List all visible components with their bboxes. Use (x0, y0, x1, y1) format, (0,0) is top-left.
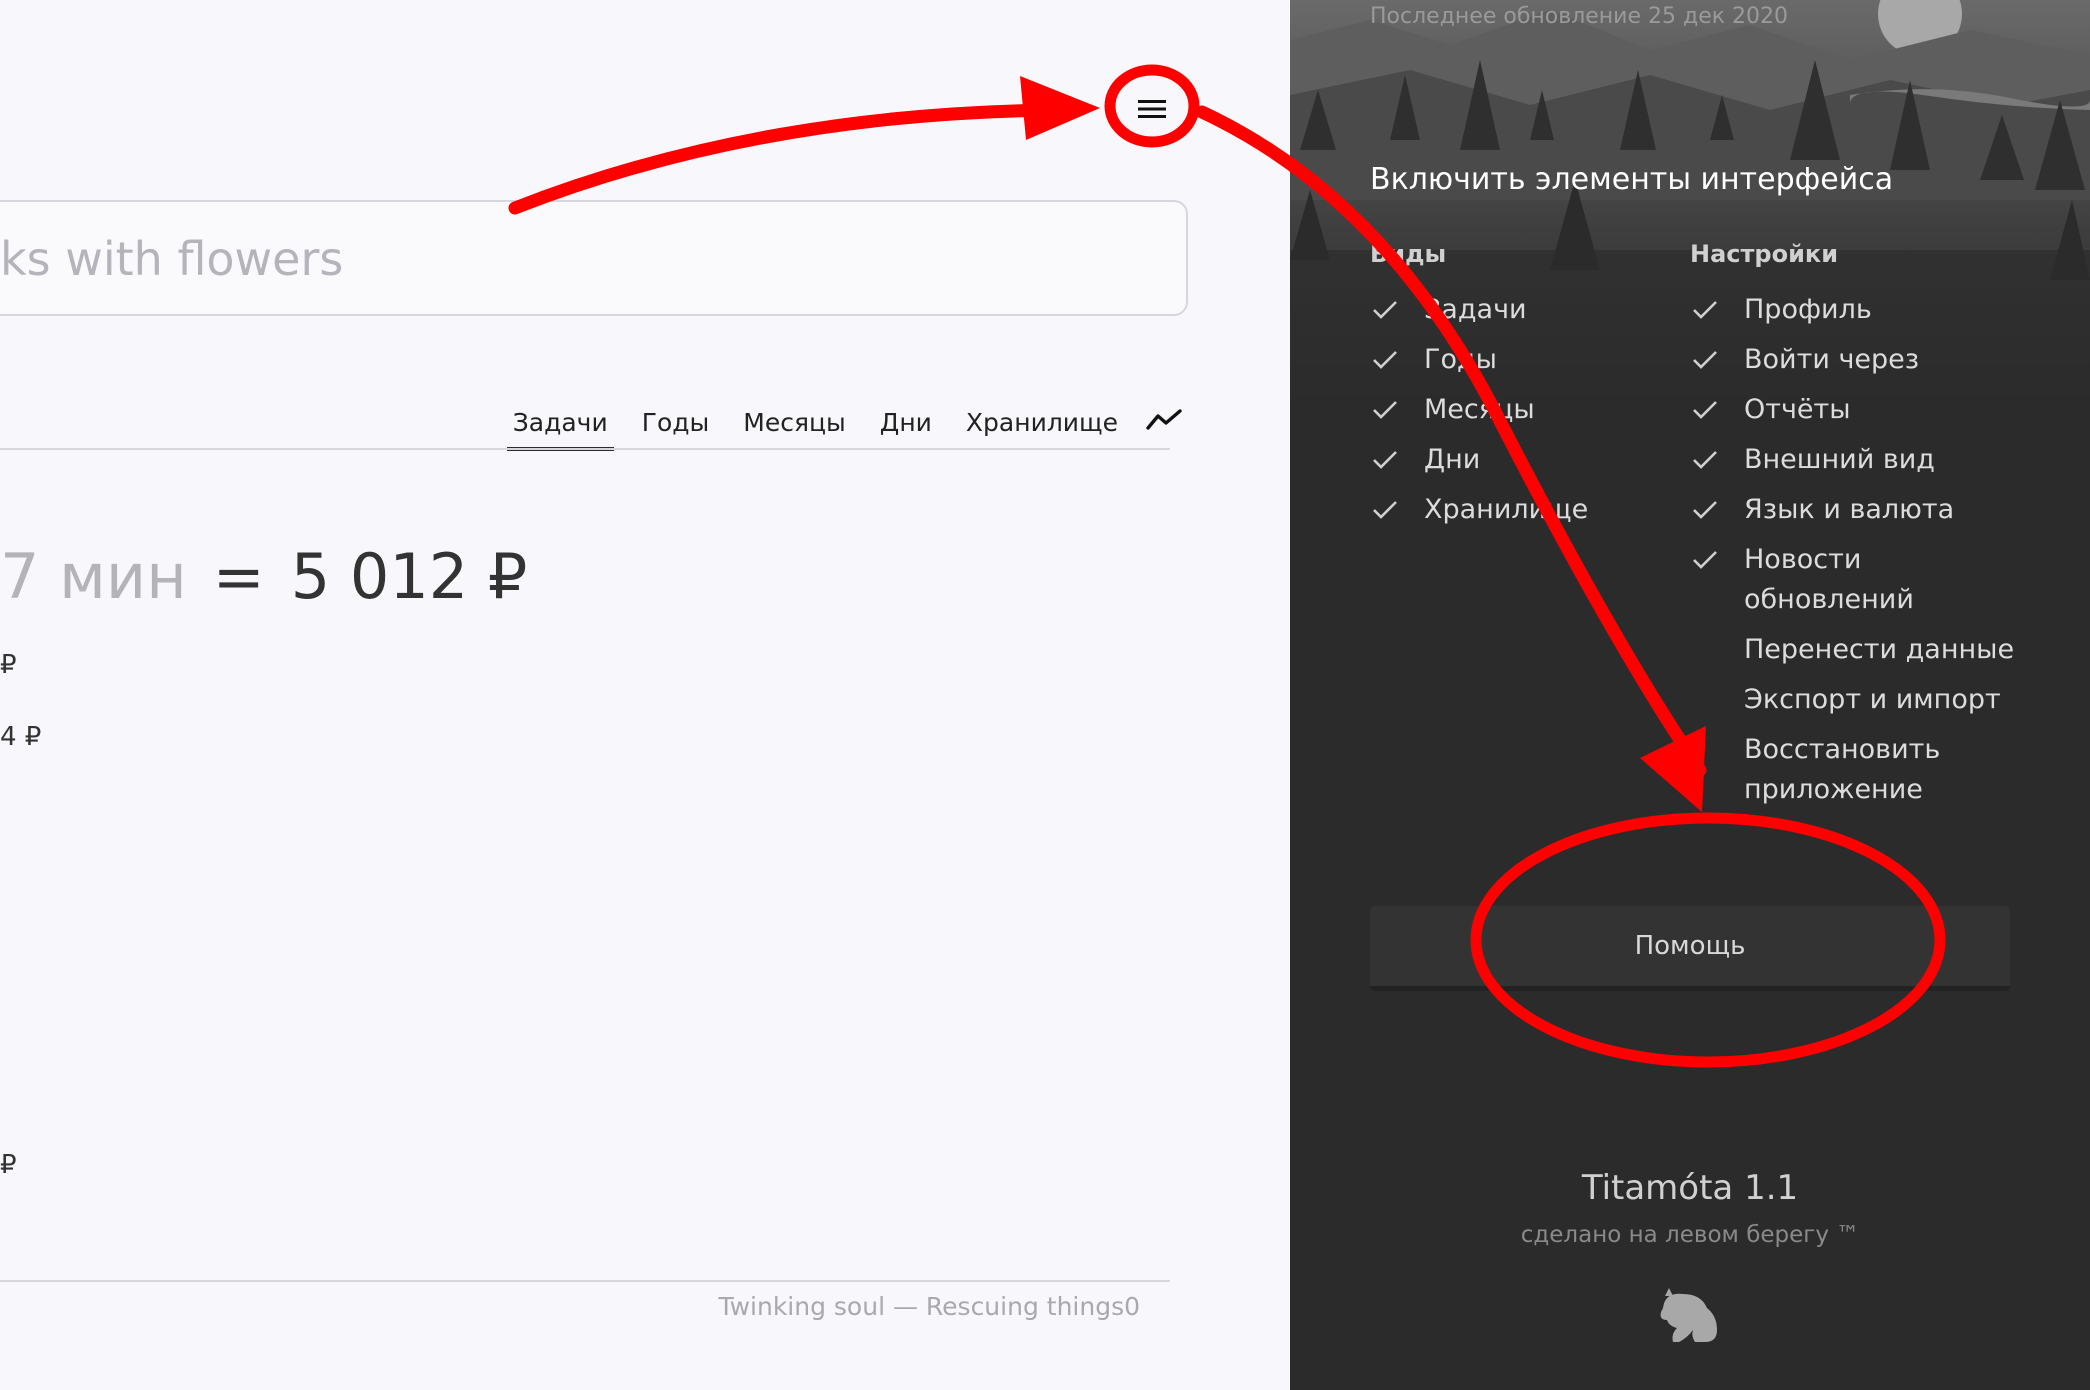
toggle-setting-profile[interactable]: Профиль (1690, 290, 2014, 330)
toggle-setting-appearance[interactable]: Внешний вид (1690, 440, 2014, 480)
help-button[interactable]: Помощь (1370, 906, 2010, 991)
action-export-import[interactable]: Экспорт и импорт (1690, 680, 2014, 720)
last-updated: Последнее обновление 25 дек 2020 (1370, 4, 1788, 29)
toggle-label: Хранилище (1424, 494, 1589, 525)
amount-fragment: ₽ (0, 1150, 17, 1180)
tab-months[interactable]: Месяцы (737, 400, 852, 447)
checkmark-icon (1373, 451, 1397, 469)
footer-credit: Twinking soul — Rescuing things0 (718, 1292, 1140, 1321)
tab-days[interactable]: Дни (874, 400, 938, 447)
summary-amount: 5 012 ₽ (290, 540, 528, 613)
toggle-view-tasks[interactable]: Задачи (1370, 290, 1588, 330)
amount-fragment: ₽ (0, 650, 17, 680)
toggle-label: Задачи (1424, 294, 1527, 325)
toggle-setting-login[interactable]: Войти через (1690, 340, 2014, 380)
toggle-setting-language-currency[interactable]: Язык и валюта (1690, 490, 2014, 530)
trend-line-icon (1146, 409, 1182, 430)
summary-equals: = (212, 540, 265, 613)
toggle-label: Месяцы (1424, 394, 1535, 425)
tab-storage[interactable]: Хранилище (960, 400, 1124, 447)
toggle-label: Отчёты (1744, 394, 1851, 425)
toggle-label: Войти через (1744, 344, 1920, 375)
amount-fragment: 4 ₽ (0, 722, 42, 752)
toggle-label: Язык и валюта (1744, 494, 1955, 525)
checkmark-icon (1373, 351, 1397, 369)
tab-tasks[interactable]: Задачи (506, 400, 614, 451)
toggle-view-storage[interactable]: Хранилище (1370, 490, 1588, 530)
panel-title: Включить элементы интерфейса (1370, 162, 1894, 197)
summary-line: 7 мин = 5 012 ₽ (0, 540, 527, 613)
checkmark-icon (1373, 401, 1397, 419)
toggle-label: Внешний вид (1744, 444, 1935, 475)
toggle-setting-update-news[interactable]: Новости обновлений (1690, 540, 1934, 620)
toggle-label: Профиль (1744, 294, 1872, 325)
checkmark-icon (1693, 401, 1717, 419)
toggle-label: Дни (1424, 444, 1481, 475)
toggle-view-years[interactable]: Годы (1370, 340, 1588, 380)
action-label: Экспорт и импорт (1744, 684, 2001, 715)
trend-button[interactable] (1146, 400, 1182, 438)
views-toggle-list: Задачи Годы Месяцы Дни Хранилище (1370, 290, 1588, 540)
toggle-label: Годы (1424, 344, 1497, 375)
tab-years[interactable]: Годы (636, 400, 716, 447)
checkmark-icon (1373, 501, 1397, 519)
toggle-view-days[interactable]: Дни (1370, 440, 1588, 480)
summary-duration: 7 мин (0, 540, 187, 613)
checkmark-icon (1693, 451, 1717, 469)
checkmark-icon (1693, 551, 1717, 569)
toggle-setting-reports[interactable]: Отчёты (1690, 390, 2014, 430)
settings-toggle-list: Профиль Войти через Отчёты Внешний вид Я… (1690, 290, 2014, 820)
hamburger-menu-icon (1138, 100, 1166, 118)
main-area: ks with flowers Задачи Годы Месяцы Дни Х… (0, 0, 1290, 1390)
sitting-cat-logo-icon (1660, 1288, 1717, 1342)
checkmark-icon (1693, 301, 1717, 319)
footer-divider (0, 1280, 1170, 1282)
toggle-label: Новости обновлений (1744, 544, 1914, 615)
checkmark-icon (1693, 351, 1717, 369)
action-transfer-data[interactable]: Перенести данные (1690, 630, 2014, 670)
menu-button[interactable] (1128, 85, 1176, 133)
app-tagline: сделано на левом берегу ™ (1520, 1222, 1860, 1248)
app-name: Titamóta 1.1 (1581, 1168, 1799, 1208)
checkmark-icon (1693, 501, 1717, 519)
action-label: Перенести данные (1744, 634, 2015, 665)
settings-panel: Последнее обновление 25 дек 2020 Включит… (1290, 0, 2090, 1390)
action-restore-app[interactable]: Восстановить приложение (1690, 730, 1964, 810)
action-label: Восстановить приложение (1744, 734, 1941, 805)
search-input-value: ks with flowers (0, 232, 344, 286)
checkmark-icon (1373, 301, 1397, 319)
toggle-view-months[interactable]: Месяцы (1370, 390, 1588, 430)
tabs-divider (0, 448, 1170, 450)
view-tabs: Задачи Годы Месяцы Дни Хранилище (506, 400, 1182, 451)
settings-heading: Настройки (1690, 240, 1839, 268)
views-heading: Виды (1370, 240, 1447, 268)
